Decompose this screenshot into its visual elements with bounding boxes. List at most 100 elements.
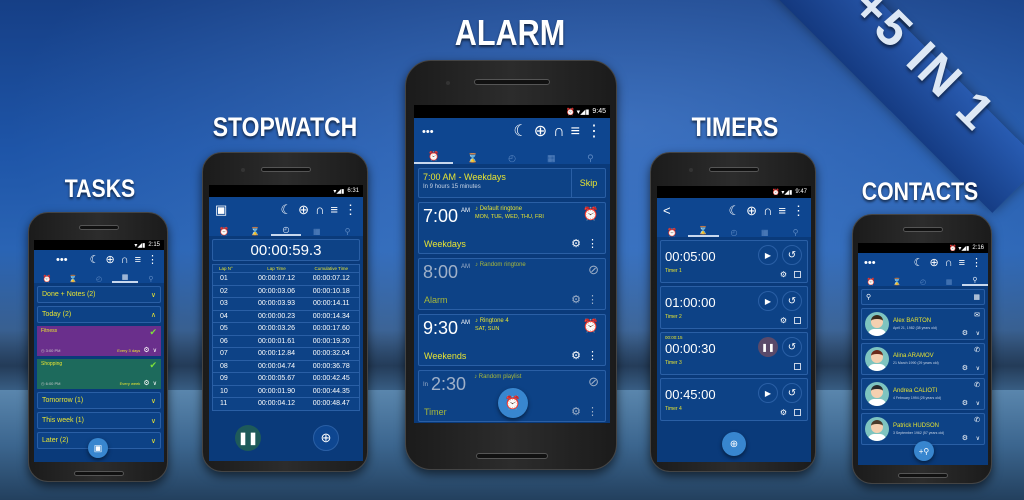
add-lap-button[interactable]: ⊕ [313,425,339,451]
more-vert-icon[interactable]: ⋮ [344,203,357,216]
tab-stopwatch[interactable]: ◴ [910,278,936,286]
checkbox[interactable] [794,363,801,370]
headphones-icon[interactable]: ∩ [945,257,953,269]
chevron-down-icon[interactable]: ∨ [976,330,980,337]
headphones-icon[interactable]: ∩ [763,204,772,217]
alarm-off-icon[interactable]: ⊘ [588,262,599,278]
gear-icon[interactable]: ⚙ [143,346,149,354]
tab-timer[interactable]: ⌛ [687,226,719,237]
tab-contacts[interactable]: ⚲ [962,276,988,286]
headphones-icon[interactable]: ∩ [315,203,324,216]
gear-icon[interactable]: ⚙ [571,237,581,250]
more-vert-icon[interactable]: ⋮ [587,237,598,250]
alarm-off-icon[interactable]: ⊘ [588,374,599,390]
gear-icon[interactable]: ⚙ [780,408,787,417]
reset-button[interactable]: ↺ [782,337,802,357]
reset-button[interactable]: ↺ [782,245,802,265]
moon-icon[interactable]: ☾ [513,124,527,140]
tab-contacts[interactable]: ⚲ [332,227,363,236]
moon-icon[interactable]: ☾ [281,203,293,216]
tab-calendar[interactable]: ▦ [301,227,332,236]
tab-stopwatch[interactable]: ◴ [86,275,112,283]
alarm-on-icon[interactable]: ⏰ [583,206,599,222]
alarm-card[interactable]: 7:00 AM ♪ Default ringtone MON, TUE, WED… [418,202,606,254]
tab-timer[interactable]: ⌛ [60,275,86,283]
contact-card[interactable]: Alex BARTON April 21, 1982 (38 years old… [861,308,985,340]
equalizer-icon[interactable]: ≡ [778,204,786,217]
gear-icon[interactable]: ⚙ [780,316,787,325]
moon-icon[interactable]: ☾ [729,204,741,217]
reset-button[interactable]: ↺ [782,383,802,403]
headphones-icon[interactable]: ∩ [553,124,565,140]
tab-timer[interactable]: ⌛ [884,278,910,286]
more-horiz-icon[interactable]: ••• [40,254,84,266]
contact-card[interactable]: Alina ARAMOV 21 March 1990 (29 years old… [861,343,985,375]
task-group[interactable]: Done + Notes (2) ∨ [37,286,161,303]
more-vert-icon[interactable]: ⋮ [587,293,598,306]
checkbox[interactable] [794,409,801,416]
task-item[interactable]: Shopping ✔ ◷ 6:00 PM Every week ⚙ ∨ [37,359,161,389]
next-alarm-card[interactable]: 7:00 AM - Weekdays In 9 hours 15 minutes… [418,168,606,198]
pause-button[interactable]: ❚❚ [758,337,778,357]
gear-icon[interactable]: ⚙ [962,329,968,337]
add-alarm-button[interactable]: ⏰ [498,388,528,418]
add-task-button[interactable]: ▣ [88,438,108,458]
globe-icon[interactable]: ⊕ [105,254,114,266]
checkbox[interactable] [794,317,801,324]
moon-icon[interactable]: ☾ [90,254,100,266]
play-button[interactable]: ▶ [758,291,778,311]
alarm-card[interactable]: 9:30 AM ♪ Ringtone 4 SAT, SUN ⏰ Weekends… [418,314,606,366]
tab-stopwatch[interactable]: ◴ [492,153,531,164]
chevron-down-icon[interactable]: ∨ [153,380,157,387]
pause-button[interactable]: ❚❚ [235,425,261,451]
timer-card[interactable]: 00:05:00 Timer 1 ▶ ↺ ⚙ [660,240,808,283]
share-icon[interactable]: < [663,204,723,217]
phone-icon[interactable]: ✆ [974,346,980,354]
tab-stopwatch[interactable]: ◴ [270,225,302,236]
add-timer-button[interactable]: ⊕ [722,432,746,456]
birthday-calendar-icon[interactable]: ▦ [973,293,980,301]
tab-alarm[interactable]: ⏰ [858,278,884,286]
tab-calendar[interactable]: ▦ [532,153,571,164]
alarm-on-icon[interactable]: ⏰ [583,318,599,334]
play-button[interactable]: ▶ [758,245,778,265]
globe-icon[interactable]: ⊕ [534,124,547,140]
chevron-down-icon[interactable]: ∨ [976,435,980,442]
mail-icon[interactable]: ✉ [974,311,980,319]
tab-calendar[interactable]: ▦ [936,278,962,286]
timer-card[interactable]: 00:45:00 Timer 4 ▶ ↺ ⚙ [660,378,808,421]
timer-card[interactable]: 01:00:00 Timer 2 ▶ ↺ ⚙ [660,286,808,329]
more-horiz-icon[interactable]: ••• [422,126,507,138]
more-vert-icon[interactable]: ⋮ [971,257,982,269]
phone-icon[interactable]: ✆ [974,381,980,389]
check-icon[interactable]: ✔ [149,360,157,371]
timer-card[interactable]: 00:00:15 00:00:30 Timer 3 ❚❚ ↺ [660,332,808,375]
gear-icon[interactable]: ⚙ [571,349,581,362]
globe-icon[interactable]: ⊕ [929,257,938,269]
more-vert-icon[interactable]: ⋮ [587,349,598,362]
globe-icon[interactable]: ⊕ [746,204,757,217]
tab-contacts[interactable]: ⚲ [571,153,610,164]
tab-stopwatch[interactable]: ◴ [719,228,750,237]
add-contact-button[interactable]: +⚲ [914,441,934,461]
more-vert-icon[interactable]: ⋮ [586,124,602,140]
task-item[interactable]: Fitness ✔ ◷ 3:00 PM Every 3 days ⚙ ∨ [37,326,161,356]
tab-alarm[interactable]: ⏰ [657,228,688,237]
task-group[interactable]: Today (2) ∧ [37,306,161,323]
equalizer-icon[interactable]: ≡ [135,254,141,266]
alarm-card[interactable]: 8:00 AM ♪ Random ringtone ⊘ Alarm ⚙ ⋮ [418,258,606,310]
check-icon[interactable]: ✔ [149,327,157,338]
play-button[interactable]: ▶ [758,383,778,403]
gear-icon[interactable]: ⚙ [962,399,968,407]
chevron-down-icon[interactable]: ∨ [153,347,157,354]
more-vert-icon[interactable]: ⋮ [792,204,805,217]
tab-timer[interactable]: ⌛ [453,153,492,164]
tab-contacts[interactable]: ⚲ [780,228,811,237]
tab-alarm[interactable]: ⏰ [34,275,60,283]
tab-timer[interactable]: ⌛ [240,227,271,236]
gear-icon[interactable]: ⚙ [143,379,149,387]
equalizer-icon[interactable]: ≡ [959,257,965,269]
reset-button[interactable]: ↺ [782,291,802,311]
gear-icon[interactable]: ⚙ [571,293,581,306]
tab-calendar[interactable]: ▦ [749,228,780,237]
